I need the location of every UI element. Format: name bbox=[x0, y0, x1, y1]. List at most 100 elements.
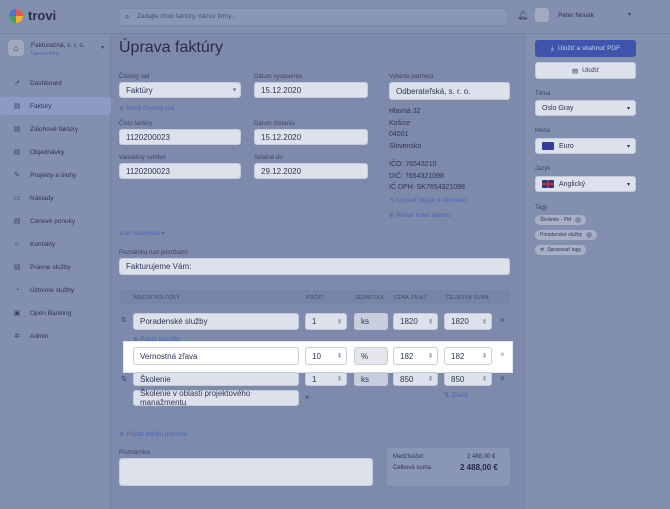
item-total-field[interactable]: 182 ⇕ bbox=[444, 347, 492, 365]
tag-chip[interactable]: Poradenské služby bbox=[535, 230, 598, 240]
company-name[interactable]: Fakturačná, s. r. o. bbox=[31, 42, 85, 49]
remove-tag-icon[interactable] bbox=[586, 232, 593, 238]
item-name-field[interactable]: Poradenské služby bbox=[133, 313, 299, 330]
item-description-field[interactable]: Školenie v oblasti projektového manažmen… bbox=[133, 389, 299, 407]
series-label: Číselný rad bbox=[119, 74, 150, 80]
sidebar-item-label: Kontakty bbox=[30, 240, 56, 248]
remove-description-icon[interactable]: × bbox=[305, 393, 310, 402]
item-price-field[interactable]: 182 ⇕ bbox=[393, 347, 438, 365]
col-qty: POČET bbox=[306, 295, 325, 301]
item-unit-field[interactable]: ks bbox=[354, 372, 388, 386]
order-icon: ▤ bbox=[13, 149, 21, 156]
partner-address-line: Hlavná 32 bbox=[389, 108, 421, 115]
item-unit-field[interactable]: % bbox=[354, 347, 388, 365]
manage-tags-chip[interactable]: ✲ Spravovať tagy bbox=[535, 245, 587, 255]
issue-date-field[interactable]: 15.12.2020 bbox=[254, 82, 368, 98]
search-icon: ⌕ bbox=[125, 12, 130, 21]
var-symbol-field[interactable]: 1120200023 bbox=[119, 163, 241, 179]
company-chevron-icon[interactable]: ▾ bbox=[101, 44, 104, 51]
sidebar-item-cenové-ponuky[interactable]: ▤ Cenové ponuky bbox=[0, 212, 111, 230]
remove-row-icon[interactable]: × bbox=[500, 374, 505, 383]
sidebar-item-účtovné-služby[interactable]: ◔ Účtovné služby bbox=[0, 281, 111, 299]
sidebar-item-admin[interactable]: ✲ Admin bbox=[0, 327, 111, 345]
cost-icon: ▭ bbox=[13, 195, 21, 202]
eu-flag-icon bbox=[542, 142, 554, 150]
sidebar-item-dashboard[interactable]: ↗ Dashboard bbox=[0, 74, 111, 92]
avatar[interactable] bbox=[535, 8, 549, 22]
item-price-field[interactable]: 850 ⇕ bbox=[393, 372, 438, 386]
partner-field[interactable]: Odberateľská, s. r. o. bbox=[389, 82, 510, 100]
search-placeholder: Zadajte číslo faktúry, názov firmy... bbox=[137, 13, 237, 20]
stepper-icon: ⇕ bbox=[481, 376, 487, 383]
theme-select[interactable]: Oslo Gray ▾ bbox=[535, 100, 636, 116]
sidebar-item-kontakty[interactable]: ☺ Kontakty bbox=[0, 235, 111, 253]
remove-row-icon[interactable]: × bbox=[500, 350, 505, 359]
item-price-field[interactable]: 1820 ⇕ bbox=[393, 313, 438, 330]
item-qty-field[interactable]: 10 ⇕ bbox=[305, 347, 347, 365]
item-qty-field[interactable]: 1 ⇕ bbox=[305, 372, 347, 386]
language-label: Jazyk bbox=[535, 166, 551, 172]
legal-icon: ▤ bbox=[13, 264, 21, 271]
gear-icon: ✲ bbox=[14, 333, 20, 340]
issue-date-label: Dátum vystavenia bbox=[254, 74, 302, 80]
sidebar-item-projekty-a-úlohy[interactable]: ✎ Projekty a úlohy bbox=[0, 166, 111, 184]
new-series-link[interactable]: ⊕ Nový číselný rad bbox=[119, 104, 174, 112]
save-button[interactable]: ▤ Uložiť bbox=[535, 62, 636, 79]
partner-address-line: Košice bbox=[389, 119, 411, 127]
save-pdf-button[interactable]: ⤓ Uložiť a stiahnuť PDF bbox=[535, 40, 636, 57]
sidebar-item-label: Zálohové faktúry bbox=[30, 125, 79, 133]
subtotal-label: Medzisúčet bbox=[393, 454, 424, 460]
sidebar-item-náklady[interactable]: ▭ Náklady bbox=[0, 189, 111, 207]
add-branch-link[interactable]: ⊕ Pridať novú klientu bbox=[389, 211, 450, 219]
due-date-field[interactable]: 29.12.2020 bbox=[254, 163, 368, 179]
sidebar-item-zálohové-faktúry[interactable]: ▤ Zálohové faktúry bbox=[0, 120, 111, 138]
sidebar-item-právne-služby[interactable]: ▤ Právne služby bbox=[0, 258, 111, 276]
invoice-icon: ▤ bbox=[13, 103, 21, 110]
remove-tag-icon[interactable] bbox=[575, 217, 582, 223]
tag-chip[interactable]: Školenie - PM bbox=[535, 215, 587, 225]
due-date-label: Splatné do bbox=[254, 155, 283, 161]
company-avatar[interactable]: ⌂ bbox=[8, 40, 24, 56]
language-select[interactable]: Anglický ▾ bbox=[535, 176, 636, 192]
sidebar-item-label: Právne služby bbox=[30, 263, 71, 271]
drag-handle-icon[interactable]: ⇅ bbox=[121, 316, 127, 324]
less-link[interactable]: ⇅ Zľava bbox=[444, 391, 468, 399]
quote-icon: ▤ bbox=[13, 218, 21, 225]
edit-client-link[interactable]: ✎ Upraviť údaje o klientovi bbox=[389, 196, 466, 204]
note-above-field[interactable]: Fakturujeme Vám: bbox=[119, 258, 510, 275]
item-total-field[interactable]: 1820 ⇕ bbox=[444, 313, 492, 330]
sidebar-item-faktúry[interactable]: ▤ Faktúry bbox=[0, 97, 111, 115]
sidebar-item-label: Projekty a úlohy bbox=[30, 171, 77, 179]
drag-handle-icon[interactable]: ⇅ bbox=[121, 375, 127, 383]
partner-address-line: Slovensko bbox=[389, 142, 422, 150]
logo-icon bbox=[9, 9, 23, 23]
notes-label: Poznámka bbox=[119, 449, 150, 456]
var-symbol-label: Variabilný symbol bbox=[119, 155, 166, 161]
project-icon: ✎ bbox=[14, 172, 20, 179]
sidebar-item-objednávky[interactable]: ▤ Objednávky bbox=[0, 143, 111, 161]
chevron-down-icon[interactable]: ▾ bbox=[628, 11, 631, 18]
item-total-field[interactable]: 850 ⇕ bbox=[444, 372, 492, 386]
stepper-icon: ⇕ bbox=[336, 353, 342, 360]
item-name-field[interactable]: Vernostná zľava bbox=[133, 347, 299, 365]
remove-row-icon[interactable]: × bbox=[500, 316, 505, 325]
bell-icon[interactable]: 🔔︎ bbox=[517, 10, 528, 21]
search-input[interactable]: ⌕ Zadajte číslo faktúry, názov firmy... bbox=[118, 8, 508, 26]
invoice-no-field[interactable]: 1120200023 bbox=[119, 129, 241, 145]
sidebar-item-open-banking[interactable]: ▣ Open Banking bbox=[0, 304, 111, 322]
delivery-date-field[interactable]: 15.12.2020 bbox=[254, 129, 368, 145]
stepper-icon: ⇕ bbox=[427, 353, 433, 360]
deposit-invoice-icon: ▤ bbox=[13, 126, 21, 133]
col-price: CENA ZA MJ bbox=[394, 295, 427, 301]
currency-select[interactable]: Euro ▾ bbox=[535, 138, 636, 154]
series-select[interactable]: Faktúry ▾ bbox=[119, 82, 241, 98]
item-name-field[interactable]: Školenie bbox=[133, 372, 299, 386]
more-options-toggle[interactable]: Viac možností ▾ bbox=[119, 229, 165, 237]
item-qty-field[interactable]: 1 ⇕ bbox=[305, 313, 347, 330]
user-name[interactable]: Peter Novák bbox=[558, 12, 594, 19]
company-edit-link[interactable]: Úprava firmy bbox=[31, 51, 59, 57]
sidebar-item-label: Účtovné služby bbox=[30, 286, 75, 294]
item-unit-field[interactable]: ks bbox=[354, 313, 388, 330]
add-item-link[interactable]: ⊕ Pridať ďalšiu položku bbox=[119, 430, 187, 438]
notes-field[interactable] bbox=[119, 458, 373, 486]
